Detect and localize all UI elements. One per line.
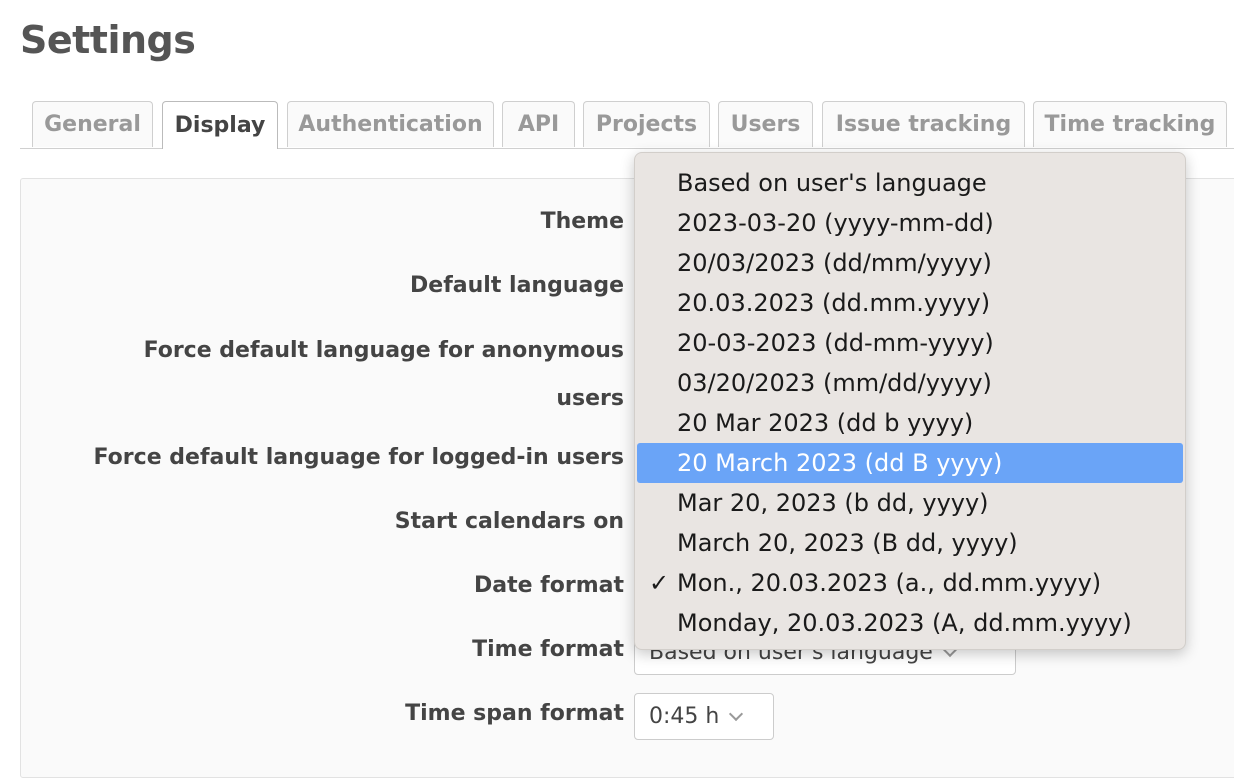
- date-format-option[interactable]: 20/03/2023 (dd/mm/yyyy): [637, 243, 1183, 283]
- date-format-option[interactable]: Based on user's language: [637, 163, 1183, 203]
- chevron-down-icon: [729, 706, 744, 721]
- theme-label: Theme: [540, 209, 624, 234]
- time-span-format-value: 0:45 h: [649, 704, 720, 729]
- date-format-option[interactable]: 2023-03-20 (yyyy-mm-dd): [637, 203, 1183, 243]
- tab-authentication[interactable]: Authentication: [287, 101, 494, 147]
- tab-general[interactable]: General: [32, 101, 153, 147]
- default-language-label: Default language: [410, 273, 624, 298]
- start-calendars-label: Start calendars on: [394, 509, 624, 534]
- time-span-format-label: Time span format: [405, 701, 624, 726]
- date-format-label: Date format: [473, 573, 624, 598]
- force-logged-in-language-label: Force default language for logged-in use…: [93, 445, 624, 470]
- page-title: Settings: [20, 18, 196, 62]
- date-format-option-selected[interactable]: ✓ Mon., 20.03.2023 (a., dd.mm.yyyy): [637, 563, 1183, 603]
- time-format-label: Time format: [472, 637, 624, 662]
- tab-display[interactable]: Display: [162, 101, 278, 149]
- tab-time-tracking[interactable]: Time tracking: [1033, 101, 1227, 147]
- date-format-dropdown[interactable]: Based on user's language 2023-03-20 (yyy…: [634, 152, 1186, 650]
- date-format-option[interactable]: 20 Mar 2023 (dd b yyyy): [637, 403, 1183, 443]
- date-format-option[interactable]: 20-03-2023 (dd-mm-yyyy): [637, 323, 1183, 363]
- tab-issue-tracking[interactable]: Issue tracking: [822, 101, 1025, 147]
- tab-users[interactable]: Users: [718, 101, 813, 147]
- date-format-option[interactable]: Mar 20, 2023 (b dd, yyyy): [637, 483, 1183, 523]
- force-anonymous-language-label: Force default language for anonymous: [143, 338, 624, 363]
- settings-tabs: General Display Authentication API Proje…: [20, 101, 1234, 149]
- time-span-format-select[interactable]: 0:45 h: [634, 693, 774, 740]
- date-format-option[interactable]: 03/20/2023 (mm/dd/yyyy): [637, 363, 1183, 403]
- date-format-option-highlighted[interactable]: 20 March 2023 (dd B yyyy): [637, 443, 1183, 483]
- force-anonymous-language-label-cont: users: [556, 386, 624, 411]
- date-format-option[interactable]: Monday, 20.03.2023 (A, dd.mm.yyyy): [637, 603, 1183, 643]
- tab-projects[interactable]: Projects: [583, 101, 710, 147]
- date-format-option[interactable]: March 20, 2023 (B dd, yyyy): [637, 523, 1183, 563]
- tab-api[interactable]: API: [502, 101, 575, 147]
- date-format-option[interactable]: 20.03.2023 (dd.mm.yyyy): [637, 283, 1183, 323]
- checkmark-icon: ✓: [648, 569, 670, 597]
